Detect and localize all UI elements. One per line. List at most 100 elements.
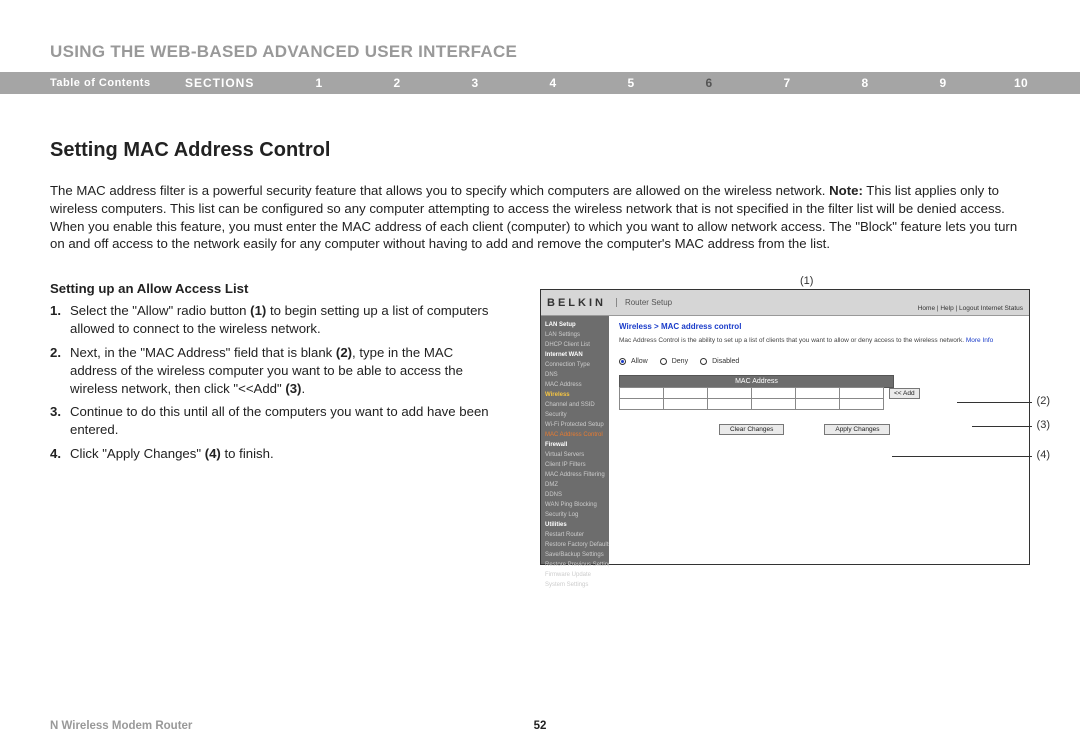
- callout-4: (4): [1037, 449, 1050, 461]
- sidebar-item: Restart Router: [541, 530, 609, 540]
- radio-allow: [619, 358, 626, 365]
- step-1: 1. Select the "Allow" radio button (1) t…: [50, 302, 490, 338]
- callout-3-line: [972, 426, 1032, 427]
- sidebar-item: MAC Address Filtering: [541, 470, 609, 480]
- nav-section-1[interactable]: 1: [280, 76, 358, 90]
- callout-2: (2): [1037, 395, 1050, 407]
- nav-section-7[interactable]: 7: [748, 76, 826, 90]
- step-2-pre: Next, in the "MAC Address" field that is…: [70, 345, 336, 360]
- step-3: 3. Continue to do this until all of the …: [50, 403, 490, 439]
- sidebar-item: Firewall: [541, 440, 609, 450]
- nav-section-5[interactable]: 5: [592, 76, 670, 90]
- step-num-1: 1.: [50, 302, 70, 338]
- sidebar-item: Save/Backup Settings: [541, 550, 609, 560]
- nav-toc[interactable]: Table of Contents: [50, 77, 185, 89]
- step-4-post: to finish.: [221, 446, 274, 461]
- mac-table: MAC Address << Add: [619, 375, 954, 410]
- sidebar-item: DDNS: [541, 490, 609, 500]
- step-num-3: 3.: [50, 403, 70, 439]
- sidebar-item: Virtual Servers: [541, 450, 609, 460]
- nav-section-10[interactable]: 10: [982, 76, 1060, 90]
- callout-3: (3): [1037, 419, 1050, 431]
- sidebar-item: Security: [541, 410, 609, 420]
- page-title: USING THE WEB-BASED ADVANCED USER INTERF…: [0, 0, 1080, 72]
- sidebar-item: Wireless: [541, 390, 609, 400]
- sidebar-item: WAN Ping Blocking: [541, 500, 609, 510]
- clear-changes-button: Clear Changes: [719, 424, 784, 435]
- sidebar-item: Utilities: [541, 520, 609, 530]
- router-more-info: More Info: [966, 337, 993, 344]
- callout-1: (1): [800, 275, 813, 287]
- sidebar-item: Connection Type: [541, 360, 609, 370]
- step-4: 4. Click "Apply Changes" (4) to finish.: [50, 445, 490, 463]
- radio-disabled-label: Disabled: [712, 358, 739, 365]
- sidebar-item: Channel and SSID: [541, 400, 609, 410]
- router-desc: Mac Address Control is the ability to se…: [619, 337, 1019, 345]
- router-header: BELKIN Router Setup Home | Help | Logout…: [541, 290, 1029, 316]
- sidebar-item: Restore Previous Settings: [541, 560, 609, 570]
- step-2: 2. Next, in the "MAC Address" field that…: [50, 344, 490, 397]
- step-2-b: (2): [336, 345, 352, 360]
- footer: N Wireless Modem Router 52: [50, 720, 1030, 732]
- button-row: Clear Changes Apply Changes: [619, 424, 1019, 435]
- apply-changes-button: Apply Changes: [824, 424, 890, 435]
- mac-cell: [707, 398, 752, 410]
- step-2-b2: (3): [285, 381, 301, 396]
- sidebar-item: LAN Settings: [541, 330, 609, 340]
- nav-section-2[interactable]: 2: [358, 76, 436, 90]
- step-1-pre: Select the "Allow" radio button: [70, 303, 250, 318]
- step-4-b: (4): [205, 446, 221, 461]
- step-4-pre: Click "Apply Changes": [70, 446, 205, 461]
- step-3-pre: Continue to do this until all of the com…: [70, 404, 489, 437]
- radio-allow-label: Allow: [631, 358, 648, 365]
- sidebar-item: MAC Address: [541, 380, 609, 390]
- router-screenshot: BELKIN Router Setup Home | Help | Logout…: [540, 289, 1030, 565]
- sidebar-item: DNS: [541, 370, 609, 380]
- footer-product-name: N Wireless Modem Router: [50, 720, 192, 732]
- intro-note-bold: Note:: [829, 183, 863, 198]
- mac-cell: [663, 398, 708, 410]
- step-num-4: 4.: [50, 445, 70, 463]
- sidebar-item: Firmware Update: [541, 570, 609, 580]
- radio-row: Allow Deny Disabled: [619, 358, 1019, 365]
- sidebar-item: Restore Factory Defaults: [541, 540, 609, 550]
- intro-pre: The MAC address filter is a powerful sec…: [50, 183, 829, 198]
- router-setup-label: Router Setup: [616, 298, 672, 307]
- callout-2-line: [957, 402, 1032, 403]
- sidebar-item: DMZ: [541, 480, 609, 490]
- mac-cell: [751, 398, 796, 410]
- radio-deny: [660, 358, 667, 365]
- mac-row-2: [619, 399, 954, 410]
- footer-page-number: 52: [534, 720, 547, 732]
- section-title: Setting MAC Address Control: [50, 139, 1030, 162]
- nav-section-4[interactable]: 4: [514, 76, 592, 90]
- radio-deny-label: Deny: [672, 358, 688, 365]
- belkin-logo: BELKIN: [547, 297, 606, 309]
- router-header-links: Home | Help | Logout Internet Status: [918, 305, 1023, 312]
- add-button: << Add: [889, 388, 920, 399]
- mac-cell: [619, 398, 664, 410]
- nav-section-3[interactable]: 3: [436, 76, 514, 90]
- nav-section-8[interactable]: 8: [826, 76, 904, 90]
- sidebar-item: DHCP Client List: [541, 340, 609, 350]
- nav-bar: Table of Contents SECTIONS 1 2 3 4 5 6 7…: [0, 72, 1080, 94]
- sidebar-item: LAN Setup: [541, 320, 609, 330]
- step-2-post2: .: [301, 381, 305, 396]
- router-sidebar: LAN SetupLAN SettingsDHCP Client ListInt…: [541, 316, 609, 564]
- step-1-b: (1): [250, 303, 266, 318]
- sidebar-item: System Settings: [541, 580, 609, 590]
- router-main: Wireless > MAC address control Mac Addre…: [609, 316, 1029, 564]
- sub-title: Setting up an Allow Access List: [50, 281, 490, 296]
- nav-section-6[interactable]: 6: [670, 76, 748, 90]
- step-num-2: 2.: [50, 344, 70, 397]
- intro-text: The MAC address filter is a powerful sec…: [50, 182, 1030, 253]
- mac-cell: [795, 398, 840, 410]
- radio-disabled: [700, 358, 707, 365]
- nav-sections-label: SECTIONS: [185, 76, 280, 90]
- router-breadcrumb: Wireless > MAC address control: [619, 322, 1019, 331]
- sidebar-item: Internet WAN: [541, 350, 609, 360]
- sidebar-item: MAC Address Control: [541, 430, 609, 440]
- sidebar-item: Client IP Filters: [541, 460, 609, 470]
- sidebar-item: Security Log: [541, 510, 609, 520]
- nav-section-9[interactable]: 9: [904, 76, 982, 90]
